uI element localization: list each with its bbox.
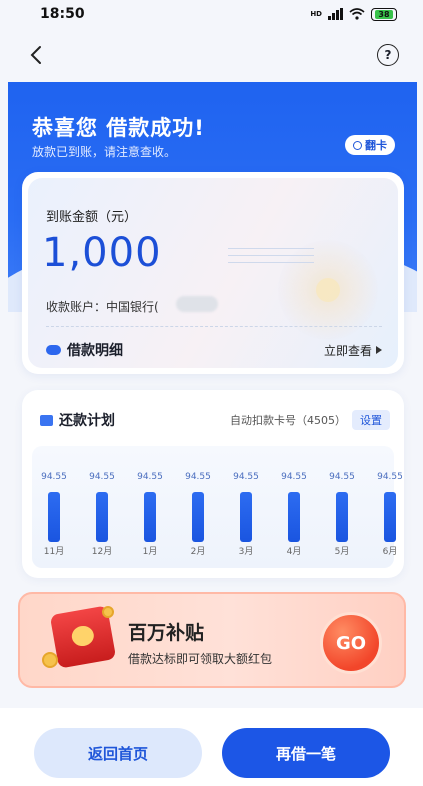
plan-header: 还款计划 自动扣款卡号（4505） 设置 [40,410,390,430]
installment-bar [96,492,108,542]
installment-month: 12月 [91,547,113,557]
installment-column: 94.55 1月 [130,446,170,568]
view-now-label: 立即查看 [323,343,372,358]
promo-title: 百万补贴 [128,622,205,644]
installment-month: 6月 [382,547,398,557]
installment-amount: 94.55 [41,472,67,482]
loan-detail-row[interactable]: 借款明细 立即查看 [46,340,382,360]
installment-amount: 94.55 [137,472,163,482]
status-bar: 18:50 HD 38 [0,0,423,28]
installment-column: 94.55 2月 [178,446,218,568]
installment-bar [336,492,348,542]
installment-column: 94.55 11月 [34,446,74,568]
triangle-right-icon [376,346,382,354]
go-button[interactable]: GO [320,612,382,674]
amount-card: 到账金额（元） 1,000 收款账户：中国银行( 借款明细 立即查看 [22,172,404,374]
installment-month: 1月 [142,547,158,557]
nav-bar: ? [0,38,423,74]
coin-icon [102,606,114,618]
promo-subtitle: 借款达标即可领取大额红包 [128,652,273,666]
installment-bar [192,492,204,542]
installment-amount: 94.55 [185,472,211,482]
help-icon[interactable]: ? [377,44,399,66]
installment-column: 94.55 4月 [274,446,314,568]
installment-amount: 94.55 [329,472,355,482]
account-number-mask [176,296,218,312]
back-arrow-icon[interactable] [26,44,48,66]
amount-card-inner: 到账金额（元） 1,000 收款账户：中国银行( 借款明细 立即查看 [28,178,398,368]
installment-column: 94.55 12月 [82,446,122,568]
installment-month: 3月 [238,547,254,557]
borrow-again-button[interactable]: 再借一笔 [222,728,390,778]
status-icons: HD 38 [310,7,397,21]
installment-column: 94.55 5月 [322,446,362,568]
installment-month: 2月 [190,547,206,557]
installment-amount: 94.55 [89,472,115,482]
divider [46,326,382,327]
flip-card-button[interactable]: 翻卡 [345,135,395,155]
installment-column: 94.55 6月 [370,446,410,568]
wifi-icon [349,8,365,20]
card-icon [40,414,53,426]
amount-label: 到账金额（元） [46,210,138,225]
amount-value: 1,000 [42,230,162,276]
plan-title: 还款计划 [59,413,115,429]
installment-amount: 94.55 [281,472,307,482]
installment-bar [144,492,156,542]
installment-amount: 94.55 [233,472,259,482]
installment-month: 5月 [334,547,350,557]
detail-label: 借款明细 [67,343,123,359]
success-subtitle: 放款已到账，请注意查收。 [32,145,177,159]
installment-bar [384,492,396,542]
installment-month: 11月 [43,547,65,557]
flip-card-label: 翻卡 [365,139,387,152]
signal-icon [328,8,343,20]
account-label: 收款账户：中国银行( [46,300,159,314]
installment-column: 94.55 3月 [226,446,266,568]
auto-debit-card: 自动扣款卡号（4505） [230,414,346,427]
installment-bar [240,492,252,542]
battery-icon: 38 [371,7,397,21]
back-home-button[interactable]: 返回首页 [34,728,202,778]
success-title: 恭喜您 借款成功! [32,116,205,140]
subsidy-promo-banner[interactable]: 百万补贴 借款达标即可领取大额红包 GO [18,592,406,688]
repayment-plan-card: 还款计划 自动扣款卡号（4505） 设置 94.55 11月 94.55 12月 94.… [22,390,404,578]
settings-button[interactable]: 设置 [352,410,390,430]
amount-decoration-lines [228,248,314,269]
status-time: 18:50 [40,6,85,22]
installment-amount: 94.55 [377,472,403,482]
installment-month: 4月 [286,547,302,557]
network-type-label: HD [310,10,322,18]
view-now-link[interactable]: 立即查看 [324,342,382,359]
installment-bar [48,492,60,542]
refresh-icon [353,140,362,150]
coin-icon [42,652,58,668]
detail-icon [46,345,61,355]
installment-bars: 94.55 11月 94.55 12月 94.55 1月 94.55 2月 94.55 3月 94.… [32,446,403,568]
installment-bar [288,492,300,542]
